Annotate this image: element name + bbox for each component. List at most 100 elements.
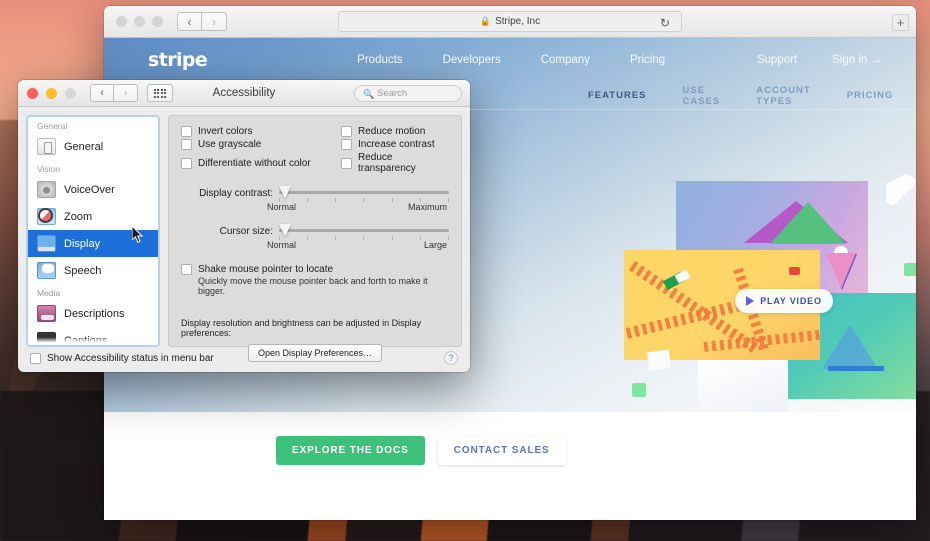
browser-toolbar: ‹ › 🔒 Stripe, Inc ↻ + (104, 6, 916, 38)
subnav-item-pricing[interactable]: PRICING (847, 90, 894, 101)
display-preferences-note: Display resolution and brightness can be… (181, 318, 422, 338)
browser-traffic-lights[interactable] (116, 16, 163, 27)
general-icon (37, 138, 56, 155)
sidebar-item-label: Descriptions (64, 307, 125, 320)
slider-min-label: Normal (267, 240, 297, 250)
sidebar-group-vision: Vision (37, 164, 60, 174)
blue-triangle-base (828, 366, 884, 371)
slider-max-label: Maximum (407, 202, 447, 212)
play-video-label: PLAY VIDEO (760, 296, 822, 306)
nav-item-support[interactable]: Support (757, 54, 797, 66)
subnav-item-use-cases[interactable]: USE CASES (683, 85, 721, 107)
sidebar-item-display[interactable]: Display (28, 230, 158, 257)
checkbox-box[interactable] (181, 126, 192, 137)
small-white-cube-shape (646, 349, 672, 371)
reload-icon[interactable]: ↻ (660, 16, 670, 30)
descriptions-icon (37, 305, 56, 322)
pink-cone-shape (826, 253, 856, 289)
sidebar-item-descriptions[interactable]: Descriptions (28, 300, 158, 327)
contact-sales-button[interactable]: CONTACT SALES (437, 436, 566, 465)
subnav-item-account-types[interactable]: ACCOUNT TYPES (756, 85, 811, 107)
checkbox-box[interactable] (341, 126, 352, 137)
checkbox-label: Invert colors (198, 126, 253, 137)
voiceover-icon (37, 181, 56, 198)
nav-item-signin[interactable]: Sign in → (832, 54, 882, 66)
sidebar-group-general: General (37, 121, 68, 131)
slider-ticks (279, 236, 449, 240)
browser-zoom-icon[interactable] (152, 16, 163, 27)
sub-nav: FEATURES USE CASES ACCOUNT TYPES PRICING… (104, 82, 916, 110)
secondary-nav: Support Sign in → (757, 54, 882, 66)
white-train-shape (674, 269, 691, 284)
checkbox-show-status-in-menu-bar[interactable]: Show Accessibility status in menu bar (30, 352, 214, 364)
address-bar[interactable]: 🔒 Stripe, Inc (338, 11, 682, 32)
lock-icon: 🔒 (479, 16, 492, 26)
sidebar-item-speech[interactable]: Speech (28, 257, 158, 284)
stripe-logo[interactable]: stripe (148, 49, 208, 71)
checkbox-box[interactable] (341, 157, 352, 169)
browser-nav-buttons[interactable]: ‹ › (177, 12, 227, 31)
sidebar-item-zoom[interactable]: Zoom (28, 203, 158, 230)
play-video-button[interactable]: PLAY VIDEO (735, 289, 833, 313)
browser-minimize-icon[interactable] (134, 16, 145, 27)
checkbox-use-grayscale[interactable]: Use grayscale (181, 139, 341, 150)
checkbox-label: Differentiate without color (198, 157, 311, 169)
minimize-icon[interactable] (46, 87, 57, 99)
white-sphere-shape (834, 246, 848, 260)
close-icon[interactable] (27, 87, 38, 99)
checkbox-invert-colors[interactable]: Invert colors (181, 126, 341, 137)
cursor-size-slider[interactable] (279, 224, 449, 240)
browser-back-button[interactable]: ‹ (177, 12, 202, 31)
browser-close-icon[interactable] (116, 16, 127, 27)
address-bar-title: Stripe, Inc (495, 16, 541, 27)
pink-triangle-shape (744, 201, 848, 243)
sidebar-item-voiceover[interactable]: VoiceOver (28, 176, 158, 203)
sidebar-item-general[interactable]: General (28, 133, 158, 160)
slider-track (279, 229, 449, 232)
checkbox-label: Show Accessibility status in menu bar (47, 352, 214, 364)
accessibility-sidebar[interactable]: General General Vision VoiceOver Zoom Di… (26, 115, 160, 347)
window-traffic-lights[interactable] (27, 87, 76, 99)
checkbox-box[interactable] (181, 139, 192, 150)
green-triangle-shape (770, 202, 846, 244)
red-train-shape (789, 267, 800, 275)
nav-item-products[interactable]: Products (357, 54, 402, 66)
slider-ticks (279, 198, 449, 202)
purple-gradient-panel (676, 181, 868, 295)
checkbox-reduce-motion[interactable]: Reduce motion (341, 126, 449, 137)
checkbox-increase-contrast[interactable]: Increase contrast (341, 139, 449, 150)
checkbox-shake-mouse-pointer[interactable]: Shake mouse pointer to locate (181, 264, 449, 275)
display-contrast-slider-endpoints: Normal Maximum (267, 202, 449, 212)
checkbox-differentiate-without-color[interactable]: Differentiate without color (181, 152, 341, 174)
slider-track (279, 191, 449, 194)
new-tab-button[interactable]: + (892, 14, 909, 31)
accessibility-preferences-window[interactable]: ‹ › Accessibility 🔍 Search General Gener… (18, 80, 470, 372)
display-contrast-slider[interactable] (279, 186, 449, 202)
display-contrast-slider-row: Display contrast: (181, 186, 449, 202)
subnav-item-features[interactable]: FEATURES (588, 90, 647, 101)
cursor-size-slider-endpoints: Normal Large (267, 240, 449, 250)
slider-min-label: Normal (267, 202, 297, 212)
checkbox-box[interactable] (181, 264, 192, 275)
display-settings-panel: Invert colors Reduce motion Use grayscal… (168, 115, 462, 362)
help-button[interactable]: ? (444, 351, 458, 365)
nav-item-pricing[interactable]: Pricing (630, 54, 665, 66)
checkbox-box[interactable] (30, 352, 41, 364)
browser-forward-button[interactable]: › (202, 12, 227, 31)
sidebar-item-label: Speech (64, 264, 102, 277)
nav-item-developers[interactable]: Developers (443, 54, 501, 66)
display-icon (37, 235, 56, 252)
display-checkbox-grid: Invert colors Reduce motion Use grayscal… (181, 126, 449, 174)
nav-item-company[interactable]: Company (541, 54, 590, 66)
checkbox-reduce-transparency[interactable]: Reduce transparency (341, 152, 449, 174)
zoom-icon[interactable] (65, 87, 76, 99)
explore-docs-button[interactable]: EXPLORE THE DOCS (276, 436, 425, 465)
track-line-4 (703, 329, 824, 352)
checkbox-label: Use grayscale (198, 139, 262, 150)
display-contrast-label: Display contrast: (199, 187, 273, 199)
accessibility-footer: Show Accessibility status in menu bar ? (18, 344, 470, 372)
checkbox-box[interactable] (341, 139, 352, 150)
checkbox-box[interactable] (181, 157, 192, 169)
white-slab-shape (698, 358, 788, 412)
stripe-header-nav: stripe Products Developers Company Prici… (104, 38, 916, 82)
